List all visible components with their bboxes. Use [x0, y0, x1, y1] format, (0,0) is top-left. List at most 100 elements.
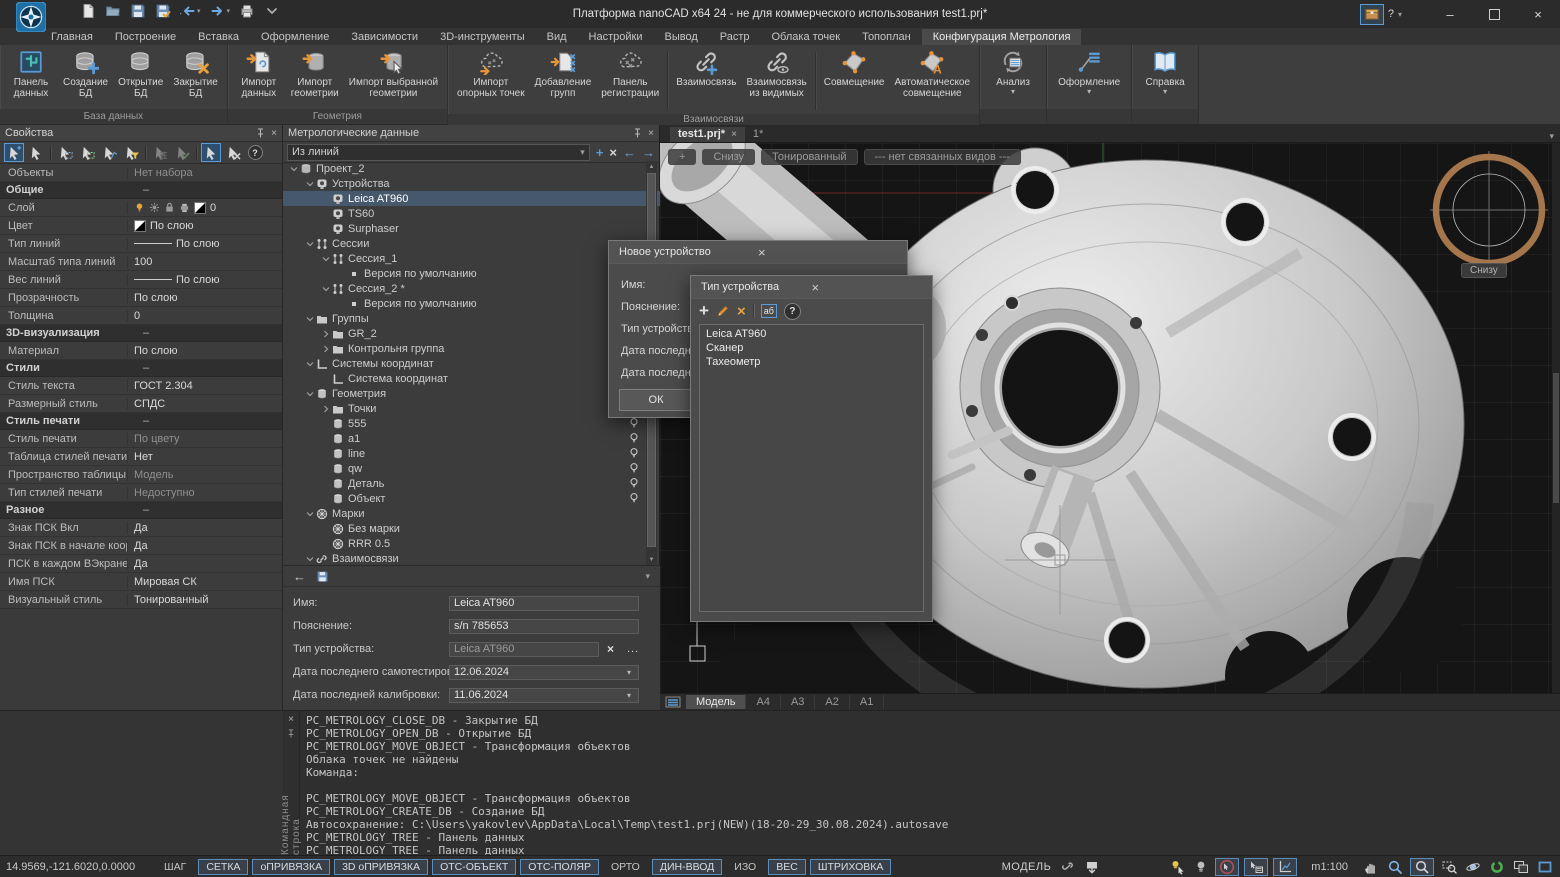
- lens-rect-icon[interactable]: [1440, 859, 1458, 875]
- tree-item-системы-координат[interactable]: Системы координат: [283, 356, 660, 371]
- close-dialog-icon[interactable]: ×: [758, 245, 897, 260]
- chevron-open-icon[interactable]: [305, 389, 315, 399]
- section-Стиль печати[interactable]: Стиль печати–: [0, 413, 282, 430]
- property-value[interactable]: По слою: [128, 274, 282, 286]
- help-label[interactable]: ?: [1388, 8, 1394, 20]
- section-Разное[interactable]: Разное–: [0, 502, 282, 519]
- forward-button[interactable]: →: [642, 146, 655, 159]
- tree-item-устройства[interactable]: Устройства: [283, 176, 660, 191]
- toggle-сетка[interactable]: СЕТКА: [198, 859, 248, 875]
- pin-icon[interactable]: [256, 128, 265, 138]
- section-Стили[interactable]: Стили–: [0, 360, 282, 377]
- save-as-icon[interactable]: [155, 3, 171, 19]
- cursor-list-icon[interactable]: [1244, 858, 1268, 876]
- tree-item-версия-по-умолчанию[interactable]: Версия по умолчанию: [283, 296, 660, 311]
- tree-item-проект_2[interactable]: Проект_2: [283, 161, 660, 176]
- minimize-button[interactable]: –: [1428, 0, 1472, 28]
- ribbon-button-панель-данных[interactable]: Панель данных: [4, 48, 58, 100]
- chevron-closed-icon[interactable]: [321, 329, 331, 339]
- ribbon-button-панель-регистрации[interactable]: Панель регистрации: [596, 48, 664, 100]
- add-button[interactable]: +: [596, 146, 604, 159]
- bulb-cursor-icon[interactable]: [1169, 859, 1187, 875]
- lens-icon[interactable]: [1386, 859, 1404, 875]
- ribbon-button-справка[interactable]: Справка▾: [1138, 48, 1192, 96]
- redo-icon[interactable]: ▾: [210, 3, 231, 19]
- toggle-дин-ввод[interactable]: ДИН-ВВОД: [652, 859, 722, 875]
- sheet-tab-a2[interactable]: A2: [815, 695, 849, 709]
- ribbon-tab-8[interactable]: Настройки: [578, 29, 654, 45]
- ribbon-button-открытие-бд[interactable]: Открытие БД: [113, 48, 168, 100]
- property-value[interactable]: По слою: [128, 292, 282, 304]
- orbit-icon[interactable]: [1464, 859, 1482, 875]
- document-tab-1[interactable]: 1*: [745, 127, 771, 142]
- ribbon-tab-6[interactable]: 3D-инструменты: [429, 29, 536, 45]
- sheet-tab-модель[interactable]: Модель: [686, 695, 746, 709]
- monitor-icon[interactable]: [1512, 859, 1530, 875]
- select-matrix-icon[interactable]: [150, 143, 170, 162]
- visibility-bulb-icon[interactable]: [628, 477, 640, 489]
- chevron-open-icon[interactable]: [305, 359, 315, 369]
- property-value[interactable]: Модель: [128, 469, 282, 481]
- no-cursor-icon[interactable]: [1215, 858, 1239, 876]
- tree-item-группы[interactable]: Группы: [283, 311, 660, 326]
- ribbon-button-импорт-опорных-точек[interactable]: Импорт опорных точек: [452, 48, 530, 100]
- close-panel-icon[interactable]: ×: [288, 714, 294, 725]
- compass-view-label[interactable]: Снизу: [1461, 263, 1507, 278]
- model-link-icon[interactable]: [1059, 859, 1077, 875]
- device-type-item[interactable]: Тахеометр: [700, 355, 923, 369]
- select-cursor-icon[interactable]: [26, 143, 46, 162]
- doc-tabs-caret-icon[interactable]: ▾: [1549, 131, 1560, 142]
- viewport-control-2[interactable]: Тонированный: [761, 149, 857, 165]
- tree-item-a1[interactable]: a1: [283, 431, 660, 446]
- close-dialog-icon[interactable]: ×: [812, 280, 923, 295]
- ribbon-button-импорт-данных[interactable]: Импорт данных: [232, 48, 286, 100]
- section-3D-визуализация[interactable]: 3D-визуализация–: [0, 325, 282, 342]
- rename-type-icon[interactable]: →аб: [761, 304, 777, 318]
- device-type-item[interactable]: Leica AT960: [700, 327, 923, 341]
- tree-item-gr_2[interactable]: GR_2: [283, 326, 660, 341]
- property-value[interactable]: По цвету: [128, 433, 282, 445]
- help-icon[interactable]: ?: [784, 303, 801, 320]
- viewport-scrollbar[interactable]: [1552, 143, 1560, 693]
- ribbon-button-анализ[interactable]: Анализ▾: [986, 48, 1040, 96]
- close-panel-icon[interactable]: ×: [271, 128, 277, 139]
- clear-type-icon[interactable]: ×: [607, 642, 614, 656]
- open-folder-icon[interactable]: [105, 3, 121, 19]
- ribbon-button-взаимосвязь-из-видимых[interactable]: Взаимосвязь из видимых: [741, 48, 811, 100]
- ribbon-button-импорт-выбранной-геометрии[interactable]: Импорт выбранной геометрии: [344, 48, 443, 100]
- tree-item-555[interactable]: 555: [283, 416, 660, 431]
- ribbon-button-взаимосвязь[interactable]: Взаимосвязь: [671, 48, 741, 89]
- hand-icon[interactable]: [1362, 859, 1380, 875]
- toggle-вес[interactable]: ВЕС: [768, 859, 806, 875]
- property-value[interactable]: Да: [128, 522, 282, 534]
- tree-item-rrr-0.5[interactable]: RRR 0.5: [283, 536, 660, 551]
- sheet-tab-a4[interactable]: A4: [746, 695, 780, 709]
- collapse-icon[interactable]: –: [137, 362, 282, 374]
- help-icon[interactable]: ?: [245, 143, 265, 162]
- ribbon-button-автоматическое-совмещение[interactable]: AАвтоматическое совмещение: [890, 48, 976, 100]
- device-type-item[interactable]: Сканер: [700, 341, 923, 355]
- tree-item-контрольня-группа[interactable]: Контрольня группа: [283, 341, 660, 356]
- chevron-open-icon[interactable]: [305, 509, 315, 519]
- sheet-tab-a3[interactable]: A3: [781, 695, 815, 709]
- viewport-control-3[interactable]: --- нет связанных видов ---: [864, 149, 1021, 165]
- tree-item-ts60[interactable]: TS60: [283, 206, 660, 221]
- redo-caret-icon[interactable]: ▾: [227, 7, 231, 15]
- chevron-closed-icon[interactable]: [321, 404, 331, 414]
- visibility-bulb-icon[interactable]: [628, 417, 640, 429]
- ribbon-button-оформление[interactable]: Оформление▾: [1053, 48, 1125, 96]
- date-caret-icon[interactable]: ▾: [627, 691, 631, 700]
- chevron-closed-icon[interactable]: [321, 344, 331, 354]
- ribbon-tab-2[interactable]: Построение: [104, 29, 187, 45]
- help-menu[interactable]: ? ▾: [1360, 4, 1402, 25]
- tree-item-leica-at960[interactable]: Leica AT960: [283, 191, 660, 206]
- property-value[interactable]: По слою: [128, 345, 282, 357]
- tree-item-line[interactable]: line: [283, 446, 660, 461]
- collapse-icon[interactable]: –: [137, 184, 282, 196]
- delete-type-icon[interactable]: ×: [737, 303, 746, 320]
- model-space-button[interactable]: МОДЕЛЬ: [1002, 861, 1052, 873]
- tree-item-сессии[interactable]: Сессии: [283, 236, 660, 251]
- bulb-icon[interactable]: [1192, 859, 1210, 875]
- sheet-list-icon[interactable]: [660, 696, 686, 708]
- edit-pencil-icon[interactable]: [716, 304, 730, 318]
